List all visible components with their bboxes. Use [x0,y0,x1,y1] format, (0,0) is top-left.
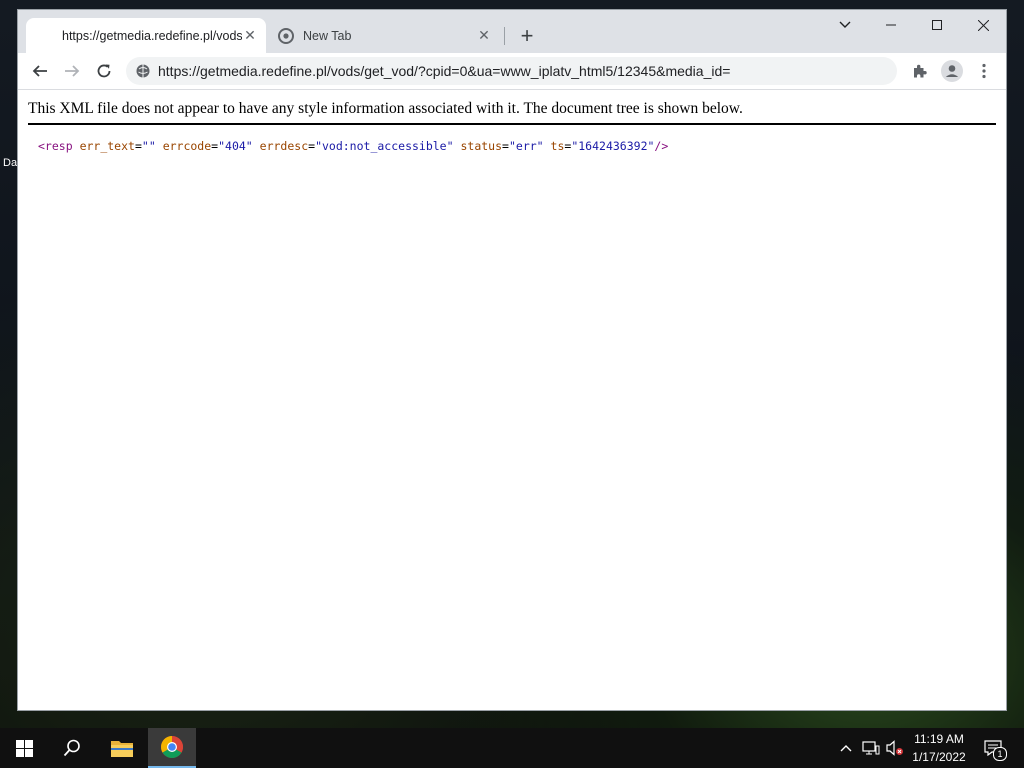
maximize-icon [932,20,942,30]
start-button[interactable] [0,728,48,768]
arrow-left-icon [32,65,47,77]
site-info-icon[interactable] [136,64,150,78]
reload-icon [97,64,111,78]
chrome-tab-icon [278,27,294,44]
clock-time: 11:19 AM [914,732,964,746]
xml-attr-name: errcode [162,139,212,153]
tab-title: New Tab [303,28,352,43]
tab-search-button[interactable] [822,10,868,40]
network-button[interactable] [860,728,882,768]
profile-button[interactable] [938,57,966,85]
reload-button[interactable] [90,57,118,85]
arrow-right-icon [65,65,80,77]
close-window-button[interactable] [960,10,1006,40]
xml-attr-name: errdesc [259,139,309,153]
xml-attr-value: "vod:not_accessible" [315,139,454,153]
tab-title: https://getmedia.redefine.pl/vods/get_vo… [62,28,242,43]
new-tab-button[interactable]: + [516,23,538,48]
maximize-button[interactable] [914,10,960,40]
page-content: This XML file does not appear to have an… [18,90,1006,710]
more-vertical-icon [982,63,986,79]
show-hidden-icons-button[interactable] [836,728,856,768]
xml-attr-name: status [460,139,503,153]
back-button[interactable] [26,57,54,85]
volume-muted-icon [886,740,903,756]
tab-separator [504,27,505,45]
xml-attr-name: err_text [79,139,135,153]
file-explorer-button[interactable] [98,728,146,768]
tab-strip: https://getmedia.redefine.pl/vods/get_vo… [18,10,1006,53]
puzzle-icon [914,64,927,78]
notification-badge: 1 [993,747,1007,761]
xml-info-header: This XML file does not appear to have an… [28,100,996,125]
menu-button[interactable] [970,57,998,85]
chevron-up-icon [840,745,852,752]
clock-date: 1/17/2022 [912,750,966,764]
forward-button[interactable] [58,57,86,85]
xml-attr-value: "404" [218,139,253,153]
minimize-button[interactable] [868,10,914,40]
network-icon [862,741,880,755]
chrome-icon [161,736,183,758]
avatar-icon [941,60,963,82]
minimize-icon [886,24,896,26]
close-icon [977,19,989,31]
extensions-button[interactable] [906,57,934,85]
xml-attr-value: "1642436392" [571,139,655,153]
xml-tag-open: <resp [38,139,73,153]
desktop-icon-label[interactable]: Da [3,157,17,169]
chevron-down-icon [839,21,851,28]
system-clock[interactable]: 11:19 AM 1/17/2022 [905,730,973,766]
xml-tree-line: <resp err_text="" errcode="404" errdesc=… [38,139,669,153]
taskbar: 11:19 AM 1/17/2022 1 [0,728,1024,768]
search-button[interactable] [48,728,96,768]
tab-new-tab[interactable]: New Tab ✕ [270,18,500,53]
close-tab-icon[interactable]: ✕ [242,27,258,44]
close-tab-icon[interactable]: ✕ [476,27,492,44]
xml-attr-name: ts [550,139,565,153]
volume-button[interactable] [884,728,906,768]
address-url: https://getmedia.redefine.pl/vods/get_vo… [158,63,731,79]
address-bar[interactable]: https://getmedia.redefine.pl/vods/get_vo… [126,57,897,85]
xml-attr-value: "err" [508,139,544,153]
search-icon [63,739,80,757]
browser-toolbar: https://getmedia.redefine.pl/vods/get_vo… [18,53,1006,90]
chrome-taskbar-button[interactable] [148,728,196,768]
windows-logo-icon [15,739,33,757]
xml-attr-value: "" [141,139,156,153]
action-center-button[interactable]: 1 [978,728,1008,768]
folder-icon [111,741,133,757]
tab-active[interactable]: https://getmedia.redefine.pl/vods/get_vo… [26,18,266,53]
browser-window: https://getmedia.redefine.pl/vods/get_vo… [18,10,1006,710]
xml-tag-close: /> [654,139,669,153]
